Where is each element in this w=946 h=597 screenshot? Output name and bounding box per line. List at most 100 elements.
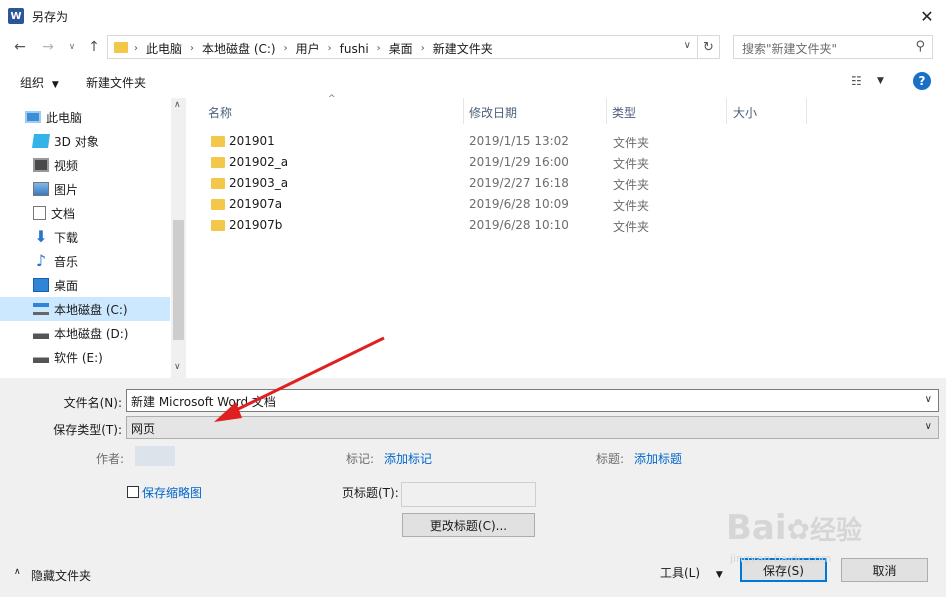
author-value[interactable]: [135, 446, 175, 466]
breadcrumb-item[interactable]: fushi: [340, 42, 369, 56]
download-icon: ⬇: [34, 227, 48, 246]
documents-icon: [33, 206, 46, 220]
table-row[interactable]: 201907b 2019/6/28 10:10 文件夹: [187, 215, 787, 236]
page-title-label: 页标题(T):: [342, 486, 399, 500]
sidebar-item-music[interactable]: ♪ 音乐: [0, 249, 170, 273]
sidebar-item-label: 桌面: [54, 278, 79, 293]
column-header-type[interactable]: 类型: [612, 104, 636, 121]
file-name: 201907a: [229, 197, 283, 211]
sidebar-item-label: 视频: [54, 158, 79, 173]
refresh-icon[interactable]: ↻: [698, 35, 720, 59]
view-dropdown-icon[interactable]: ▼: [877, 76, 884, 86]
navigation-pane: 此电脑 3D 对象 视频 图片 文档 ⬇ 下载 ♪ 音乐 桌面 本地磁盘 (C:…: [0, 98, 186, 378]
scroll-down-icon[interactable]: ∨: [174, 362, 181, 372]
breadcrumb-item[interactable]: 此电脑: [146, 40, 182, 57]
sidebar-item-videos[interactable]: 视频: [0, 153, 170, 177]
up-icon[interactable]: ↑: [84, 37, 104, 57]
column-divider[interactable]: [606, 98, 607, 124]
author-label: 作者:: [96, 452, 125, 466]
sidebar-item-drive-d[interactable]: 本地磁盘 (D:): [0, 321, 170, 345]
chevron-down-icon[interactable]: ∨: [925, 421, 932, 432]
help-icon[interactable]: ?: [913, 72, 931, 90]
page-title-field[interactable]: [401, 482, 536, 507]
column-divider[interactable]: [726, 98, 727, 124]
sidebar-item-this-pc[interactable]: 此电脑: [0, 105, 170, 129]
chevron-right-icon[interactable]: ›: [190, 43, 194, 54]
breadcrumb-item[interactable]: 桌面: [389, 40, 413, 57]
title-bar: W 另存为 ✕: [0, 0, 946, 32]
breadcrumb: › 此电脑 › 本地磁盘 (C:) › 用户 › fushi › 桌面 › 新建…: [134, 40, 493, 57]
column-header-name[interactable]: 名称: [208, 104, 232, 121]
view-options-icon[interactable]: ☷: [851, 74, 862, 88]
column-divider[interactable]: [463, 98, 464, 124]
chevron-right-icon[interactable]: ›: [421, 43, 425, 54]
organize-label: 组织: [20, 76, 45, 90]
add-title-link[interactable]: 添加标题: [634, 450, 682, 467]
3d-objects-icon: [32, 134, 50, 148]
cancel-button[interactable]: 取消: [841, 558, 928, 582]
search-input[interactable]: 搜索"新建文件夹" ⚲: [733, 35, 933, 59]
breadcrumb-item[interactable]: 新建文件夹: [433, 40, 493, 57]
sidebar-item-drive-c[interactable]: 本地磁盘 (C:): [0, 297, 170, 321]
column-header-date[interactable]: 修改日期: [469, 104, 517, 121]
change-title-button[interactable]: 更改标题(C)...: [402, 513, 535, 537]
folder-icon: [211, 178, 225, 189]
breadcrumb-item[interactable]: 用户: [296, 40, 320, 57]
search-icon[interactable]: ⚲: [915, 39, 925, 54]
table-row[interactable]: 201907a 2019/6/28 10:09 文件夹: [187, 194, 787, 215]
chevron-down-icon: ▼: [51, 80, 59, 90]
folder-icon: [211, 220, 225, 231]
save-thumbnail-label[interactable]: 保存缩略图: [142, 484, 202, 501]
hide-folders-button[interactable]: 隐藏文件夹: [31, 567, 91, 584]
file-type: 文件夹: [613, 157, 650, 171]
computer-icon: [25, 111, 41, 123]
sidebar-item-label: 本地磁盘 (C:): [54, 302, 128, 317]
forward-icon[interactable]: →: [38, 37, 58, 57]
sidebar-item-pictures[interactable]: 图片: [0, 177, 170, 201]
search-placeholder: 搜索"新建文件夹": [742, 42, 838, 56]
folder-icon: [211, 136, 225, 147]
sort-ascending-icon: ^: [328, 94, 336, 104]
save-thumbnail-checkbox[interactable]: [127, 486, 139, 498]
chevron-right-icon[interactable]: ›: [284, 43, 288, 54]
chevron-down-icon[interactable]: ∨: [925, 394, 932, 405]
back-icon[interactable]: ←: [10, 37, 30, 57]
file-type: 文件夹: [613, 220, 650, 234]
watermark-url: jingyan.baidu.com: [730, 552, 832, 565]
new-folder-button[interactable]: 新建文件夹: [86, 74, 146, 91]
sidebar-item-label: 音乐: [54, 254, 79, 269]
chevron-right-icon[interactable]: ›: [377, 43, 381, 54]
sidebar-item-label: 下载: [54, 230, 79, 245]
paw-icon: ✿: [786, 513, 810, 546]
sidebar-item-3d-objects[interactable]: 3D 对象: [0, 129, 170, 153]
table-row[interactable]: 201902_a 2019/1/29 16:00 文件夹: [187, 152, 787, 173]
watermark-text: Bai: [726, 508, 787, 548]
sidebar-item-label: 本地磁盘 (D:): [54, 326, 129, 341]
sidebar-item-drive-e[interactable]: 软件 (E:): [0, 345, 170, 369]
tags-label: 标记:: [346, 452, 375, 466]
address-bar[interactable]: › 此电脑 › 本地磁盘 (C:) › 用户 › fushi › 桌面 › 新建…: [107, 35, 698, 59]
address-dropdown-icon[interactable]: ∨: [684, 40, 691, 51]
tools-button[interactable]: 工具(L) ▼: [660, 564, 723, 581]
file-type: 文件夹: [613, 178, 650, 192]
scroll-up-icon[interactable]: ∧: [174, 100, 181, 110]
column-header-size[interactable]: 大小: [733, 104, 757, 121]
desktop-icon: [33, 278, 49, 292]
recent-dropdown-icon[interactable]: ∨: [62, 37, 82, 57]
table-row[interactable]: 201901 2019/1/15 13:02 文件夹: [187, 131, 787, 152]
scrollbar-thumb[interactable]: [173, 220, 184, 340]
column-divider[interactable]: [806, 98, 807, 124]
sidebar-item-downloads[interactable]: ⬇ 下载: [0, 225, 170, 249]
chevron-right-icon[interactable]: ›: [328, 43, 332, 54]
close-icon[interactable]: ✕: [915, 4, 939, 28]
organize-button[interactable]: 组织 ▼: [20, 74, 59, 91]
add-tags-link[interactable]: 添加标记: [384, 450, 432, 467]
pictures-icon: [33, 182, 49, 196]
file-date: 2019/6/28 10:10: [469, 218, 569, 232]
chevron-up-icon[interactable]: ∧: [14, 567, 21, 577]
breadcrumb-item[interactable]: 本地磁盘 (C:): [202, 40, 276, 57]
table-row[interactable]: 201903_a 2019/2/27 16:18 文件夹: [187, 173, 787, 194]
sidebar-item-documents[interactable]: 文档: [0, 201, 170, 225]
sidebar-item-desktop[interactable]: 桌面: [0, 273, 170, 297]
title-label: 标题:: [596, 452, 625, 466]
